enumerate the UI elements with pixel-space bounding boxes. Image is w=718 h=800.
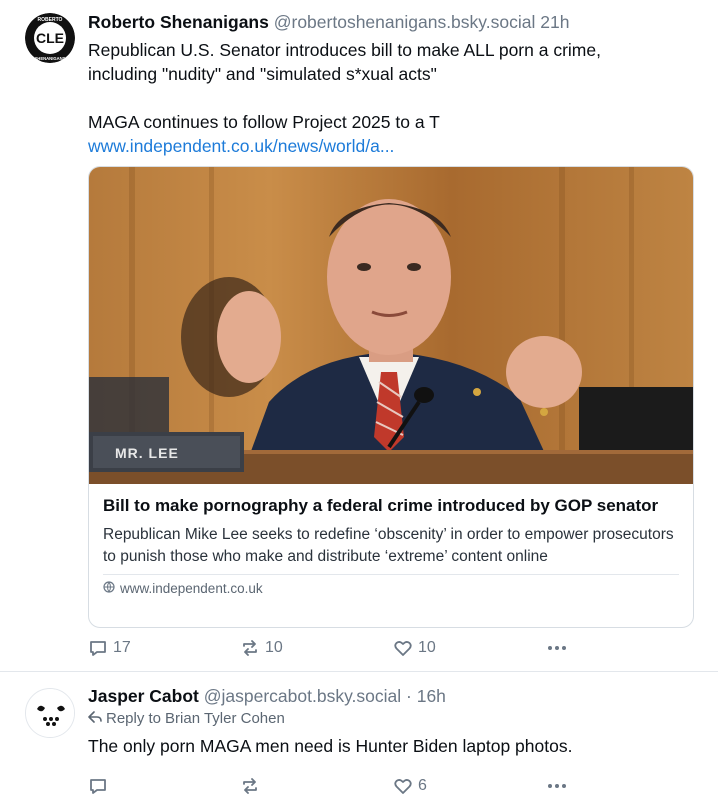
reply-button[interactable]	[88, 776, 108, 796]
post-text: The only porn MAGA men need is Hunter Bi…	[88, 736, 573, 756]
like-count: 10	[418, 639, 436, 656]
more-icon	[546, 638, 568, 658]
post-text-line: MAGA continues to follow Project 2025 to…	[88, 112, 440, 132]
reply-icon	[88, 776, 108, 796]
link-preview-card[interactable]: MR. LEE Bill to make pornography a feder…	[88, 166, 694, 628]
reply-to-label: Reply to	[106, 710, 162, 727]
post-actions: 6	[88, 774, 568, 798]
author-handle[interactable]: @robertoshenanigans.bsky.social	[274, 12, 536, 32]
post-link[interactable]: www.independent.co.uk/news/world/a...	[88, 134, 694, 158]
post-time[interactable]: 16h	[417, 686, 446, 706]
author-avatar[interactable]	[25, 688, 75, 738]
post-meta: Jasper Cabot @jaspercabot.bsky.social · …	[88, 684, 694, 708]
avatar-logo-text: CLE	[36, 30, 64, 46]
like-icon	[393, 776, 413, 796]
card-description: Republican Mike Lee seeks to redefine ‘o…	[103, 526, 674, 565]
post-jasper[interactable]: Jasper Cabot @jaspercabot.bsky.social · …	[0, 672, 718, 800]
more-icon	[546, 776, 568, 796]
post-time[interactable]: 21h	[540, 12, 569, 32]
card-image: MR. LEE	[89, 167, 693, 484]
repost-button[interactable]	[240, 776, 260, 796]
post-actions: 17 10 10	[88, 636, 568, 660]
post-content: Jasper Cabot @jaspercabot.bsky.social · …	[88, 684, 694, 794]
reply-count: 17	[113, 639, 131, 656]
post-meta: Roberto Shenanigans @robertoshenanigans.…	[88, 10, 694, 34]
globe-icon	[103, 581, 115, 596]
meta-separator: ·	[406, 686, 412, 706]
repost-button[interactable]: 10	[240, 638, 283, 658]
post-content: Roberto Shenanigans @robertoshenanigans.…	[88, 10, 694, 656]
repost-icon	[240, 776, 260, 796]
reply-button[interactable]: 17	[88, 638, 131, 658]
post-text-line: Republican U.S. Senator introduces bill …	[88, 40, 601, 60]
reply-context[interactable]: Reply to Brian Tyler Cohen	[88, 708, 694, 730]
reply-arrow-icon	[88, 708, 102, 730]
like-button[interactable]: 10	[393, 638, 436, 658]
card-domain-text: www.independent.co.uk	[120, 581, 263, 596]
author-name[interactable]: Roberto Shenanigans	[88, 12, 269, 32]
nameplate-text: MR. LEE	[115, 445, 179, 461]
avatar-ring-bottom: SHENANIGANS	[35, 56, 66, 61]
repost-icon	[240, 638, 260, 658]
author-handle[interactable]: @jaspercabot.bsky.social	[204, 686, 401, 706]
like-button[interactable]: 6	[393, 776, 427, 796]
card-title[interactable]: Bill to make pornography a federal crime…	[103, 494, 679, 518]
post-text: Republican U.S. Senator introduces bill …	[88, 38, 694, 158]
reply-icon	[88, 638, 108, 658]
post-text-line: including "nudity" and "simulated s*xual…	[88, 64, 437, 84]
more-button[interactable]	[546, 776, 568, 796]
post-roberto[interactable]: CLE ROBERTO SHENANIGANS Roberto Shenanig…	[0, 0, 718, 672]
senator-photo	[89, 167, 693, 484]
card-divider	[103, 574, 679, 575]
more-button[interactable]	[546, 638, 568, 658]
repost-count: 10	[265, 639, 283, 656]
reply-to-name[interactable]: Brian Tyler Cohen	[165, 708, 285, 730]
author-name[interactable]: Jasper Cabot	[88, 686, 199, 706]
author-avatar[interactable]: CLE ROBERTO SHENANIGANS	[25, 13, 75, 63]
avatar-ring-top: ROBERTO	[38, 17, 63, 23]
card-domain: www.independent.co.uk	[103, 581, 679, 596]
like-count: 6	[418, 777, 427, 794]
card-body: Bill to make pornography a federal crime…	[89, 484, 693, 596]
like-icon	[393, 638, 413, 658]
